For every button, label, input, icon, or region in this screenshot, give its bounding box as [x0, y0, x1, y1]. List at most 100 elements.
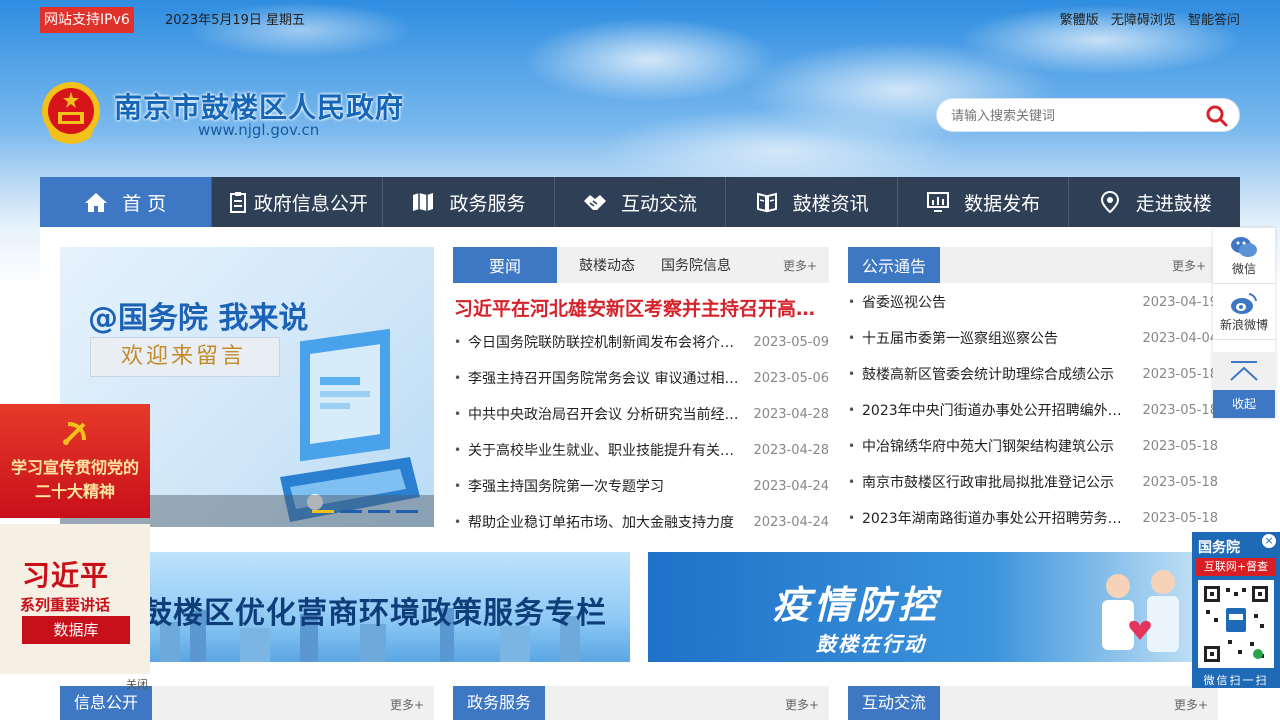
bullet: •	[848, 475, 856, 489]
bullet: •	[848, 331, 856, 345]
list-item[interactable]: • 帮助企业稳订单拓市场、加大金融支持力度 2023-04-24	[454, 504, 829, 540]
item-date: 2023-04-24	[753, 478, 829, 494]
search-icon[interactable]	[1205, 104, 1229, 128]
wechat-icon	[1231, 237, 1257, 257]
nav-news[interactable]: 鼓楼资讯	[726, 177, 898, 227]
promo-subtitle: 鼓楼在行动	[816, 632, 926, 656]
news-list: • 今日国务院联防联控机制新闻发布会将介绍近期疫情防控情况 2023-05-09 •…	[454, 324, 829, 540]
side-social-panel: 微信 新浪微博 收起	[1213, 228, 1275, 418]
item-date: 2023-04-19	[1142, 294, 1218, 310]
weibo-button[interactable]: 新浪微博	[1213, 284, 1275, 340]
list-item[interactable]: • 省委巡视公告 2023-04-19	[848, 284, 1218, 320]
supervision-float-ad[interactable]: 国务院 × 互联网+督查 微信扫一扫	[1192, 532, 1280, 688]
more-link[interactable]: 更多+	[390, 696, 424, 713]
tab-notice[interactable]: 公示通告	[848, 247, 941, 283]
notice-tabs: 公示通告 更多+	[848, 247, 1218, 283]
item-title: 南京市鼓楼区行政审批局拟批准登记公示	[862, 475, 1114, 491]
bullet: •	[848, 295, 856, 309]
site-url: www.njgl.gov.cn	[198, 121, 320, 139]
carousel-dot[interactable]	[368, 510, 390, 513]
tab-gulou-news[interactable]: 鼓楼动态	[557, 247, 657, 283]
headline-link[interactable]: 习近平在河北雄安新区考察并主持召开高标准高质量推进雄安新区建设座谈会	[454, 294, 830, 321]
item-title: 2023年中央门街道办事处公开招聘编外人员公告	[862, 403, 1128, 419]
book-icon	[756, 192, 777, 213]
ipv6-badge: 网站支持IPv6	[40, 7, 134, 33]
epidemic-promo-banner[interactable]: 疫情防控 鼓楼在行动	[648, 552, 1218, 662]
list-item[interactable]: • 中冶锦绣华府中苑大门钢架结构建筑公示 2023-05-18	[848, 428, 1218, 464]
notice-more-link[interactable]: 更多+	[1172, 257, 1206, 274]
search-input[interactable]	[951, 106, 1191, 126]
nav-label: 鼓楼资讯	[792, 192, 869, 215]
close-icon[interactable]: ×	[1262, 534, 1276, 548]
item-title: 中共中央政治局召开会议 分析研究当前经济形势	[468, 407, 740, 423]
smart-qa-link[interactable]: 智能答问	[1188, 13, 1240, 28]
collapse-label: 收起	[1231, 397, 1256, 411]
nav-interaction[interactable]: 互动交流	[555, 177, 727, 227]
nav-services[interactable]: 政务服务	[383, 177, 555, 227]
carousel-dot[interactable]	[396, 510, 418, 513]
section-interaction: 互动交流 更多+	[848, 686, 1218, 720]
list-item[interactable]: • 中共中央政治局召开会议 分析研究当前经济形势 2023-04-28	[454, 396, 829, 432]
tab-interaction[interactable]: 互动交流	[848, 686, 941, 720]
collapse-button[interactable]: 收起	[1213, 352, 1275, 418]
more-link[interactable]: 更多+	[1174, 696, 1208, 713]
bullet: •	[848, 511, 856, 525]
traditional-chinese-link[interactable]: 繁體版	[1060, 13, 1099, 28]
item-title: 今日国务院联防联控机制新闻发布会将介绍近期疫情防控情况	[468, 335, 740, 351]
list-item[interactable]: • 2023年湖南路街道办事处公开招聘劳务派遣人员 2023-05-18	[848, 500, 1218, 536]
site-title[interactable]: 南京市鼓楼区人民政府	[114, 86, 404, 126]
nav-label: 互动交流	[621, 192, 698, 215]
tab-services[interactable]: 政务服务	[453, 686, 546, 720]
wechat-label: 微信	[1231, 262, 1256, 276]
float-right-title: 国务院	[1198, 540, 1240, 556]
xi-ad-name: 习近平	[22, 559, 110, 592]
home-icon	[85, 193, 108, 212]
list-item[interactable]: • 李强主持召开国务院常务会议 审议通过相关文件 2023-05-06	[454, 360, 829, 396]
item-date: 2023-05-06	[753, 370, 829, 386]
promo-text: 鼓楼区优化营商环境政策服务专栏	[142, 596, 607, 631]
item-date: 2023-05-09	[753, 334, 829, 350]
nav-gov-info[interactable]: 政府信息公开	[212, 177, 384, 227]
accessibility-link[interactable]: 无障碍浏览	[1111, 13, 1176, 28]
map-icon	[413, 193, 434, 211]
tab-state-council[interactable]: 国务院信息	[657, 247, 735, 283]
list-item[interactable]: • 李强主持国务院第一次专题学习 2023-04-24	[454, 468, 829, 504]
party-emblem-icon	[63, 422, 86, 445]
list-item[interactable]: • 关于高校毕业生就业、职业技能提升有关工作 2023-04-28	[454, 432, 829, 468]
item-date: 2023-05-18	[1142, 438, 1218, 454]
close-float-left-button[interactable]: 关闭	[126, 676, 148, 692]
item-title: 省委巡视公告	[862, 295, 946, 311]
wechat-button[interactable]: 微信	[1213, 228, 1275, 284]
promo-title: 疫情防控	[772, 583, 941, 627]
carousel-dot[interactable]	[312, 510, 334, 513]
carousel-dot[interactable]	[340, 510, 362, 513]
date-text: 2023年5月19日 星期五	[165, 13, 306, 28]
nav-label: 政务服务	[449, 192, 526, 215]
search-box	[936, 98, 1240, 132]
list-item[interactable]: • 2023年中央门街道办事处公开招聘编外人员公告 2023-05-18	[848, 392, 1218, 428]
item-title: 中冶锦绣华府中苑大门钢架结构建筑公示	[862, 439, 1114, 455]
main-nav: 首 页 政府信息公开 政务服务 互动交流 鼓楼资讯 数据发布 走进鼓楼	[40, 177, 1240, 227]
bullet: •	[454, 335, 462, 349]
more-link[interactable]: 更多+	[785, 696, 819, 713]
item-date: 2023-04-04	[1142, 330, 1218, 346]
list-item[interactable]: • 十五届市委第一巡察组巡察公告 2023-04-04	[848, 320, 1218, 356]
item-title: 鼓楼高新区管委会统计助理综合成绩公示	[862, 367, 1114, 383]
nav-data[interactable]: 数据发布	[898, 177, 1070, 227]
xi-ad-button[interactable]: 数据库	[22, 616, 130, 644]
list-item[interactable]: • 南京市鼓楼区行政审批局拟批准登记公示 2023-05-18	[848, 464, 1218, 500]
list-item[interactable]: • 今日国务院联防联控机制新闻发布会将介绍近期疫情防控情况 2023-05-09	[454, 324, 829, 360]
chevron-up-icon	[1213, 352, 1275, 390]
top-bar: 网站支持IPv6 2023年5月19日 星期五 繁體版 无障碍浏览 智能答问	[0, 0, 1280, 34]
party-congress-float-ad[interactable]: 学习宣传贯彻党的二十大精神	[0, 404, 150, 518]
xi-speech-db-float-ad[interactable]: 习近平 系列重要讲话 数据库	[0, 524, 150, 674]
news-more-link[interactable]: 更多+	[783, 257, 817, 274]
tab-important-news[interactable]: 要闻	[453, 247, 558, 283]
section-info-open: 信息公开 更多+	[60, 686, 434, 720]
nav-about[interactable]: 走进鼓楼	[1069, 177, 1240, 227]
nav-home[interactable]: 首 页	[40, 177, 212, 227]
list-item[interactable]: • 鼓楼高新区管委会统计助理综合成绩公示 2023-05-18	[848, 356, 1218, 392]
location-pin-icon	[1100, 191, 1119, 213]
top-links: 繁體版 无障碍浏览 智能答问	[1052, 9, 1240, 28]
weibo-icon	[1231, 293, 1257, 314]
